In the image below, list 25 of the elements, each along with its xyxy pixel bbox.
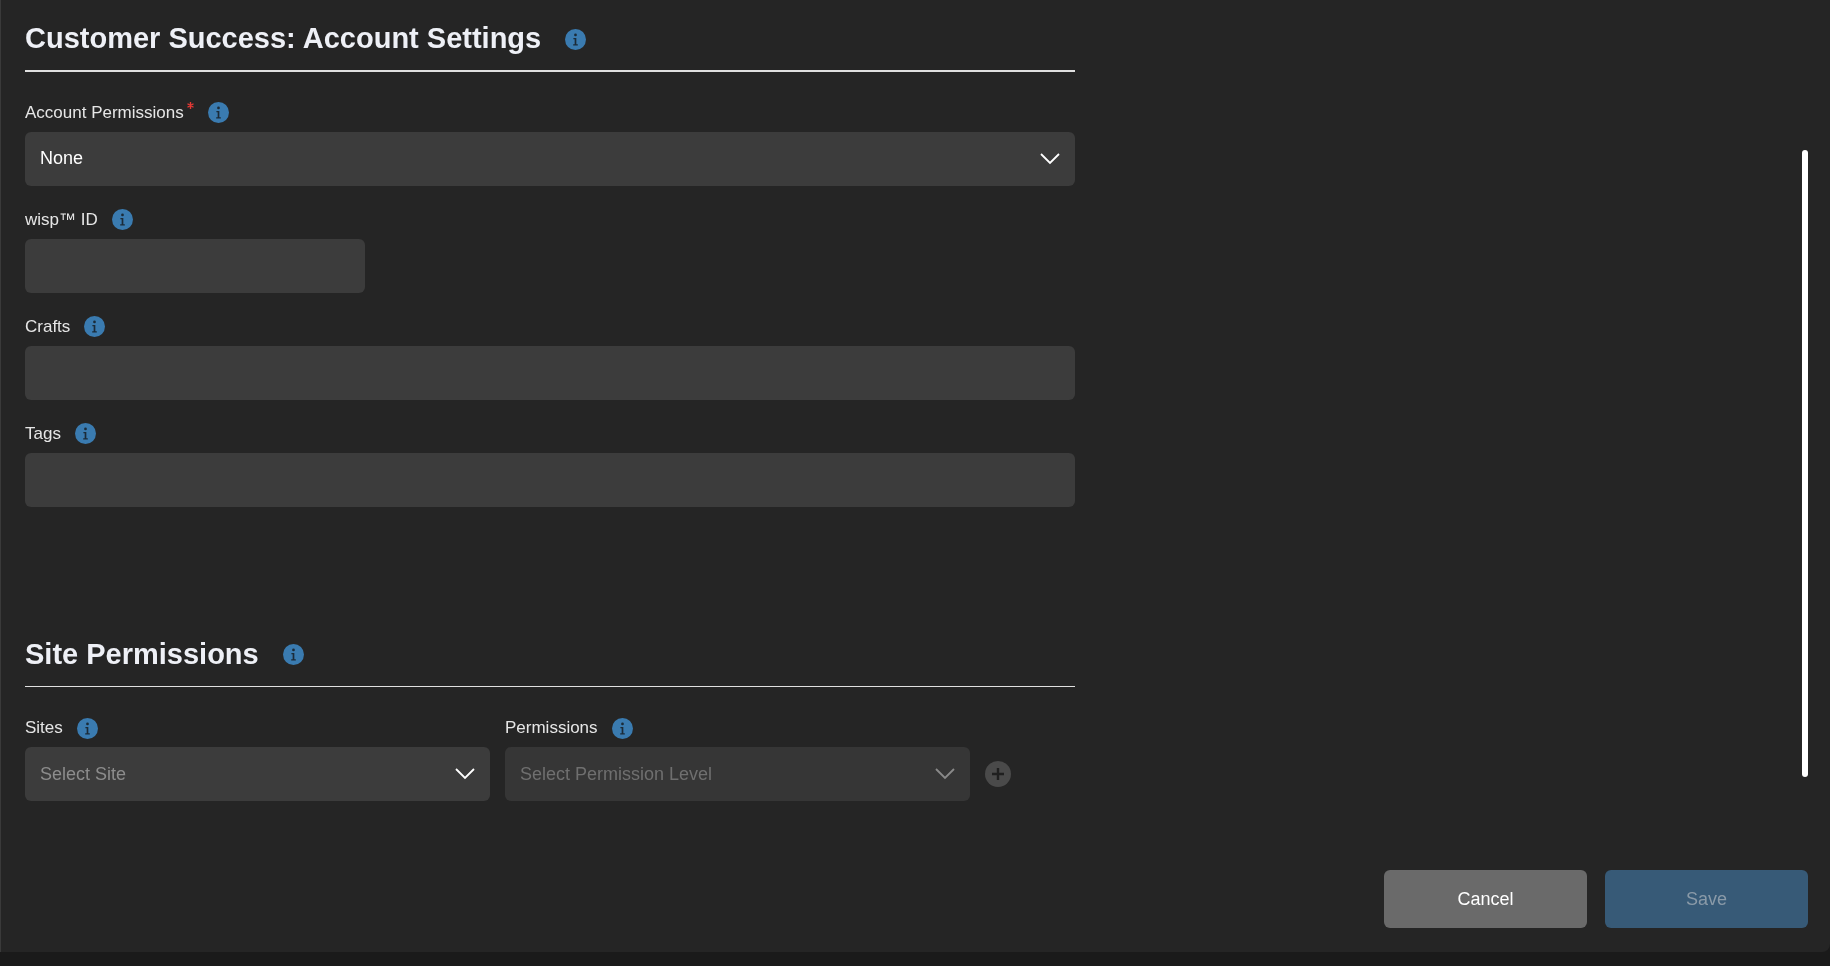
info-icon[interactable] [282,644,304,665]
select-field[interactable]: None [25,131,1075,186]
field-label: Crafts [25,315,71,338]
add-icon[interactable] [985,761,1011,787]
select-field[interactable]: Select Site [25,747,490,801]
section-title: Site Permissions [25,636,259,672]
info-icon[interactable] [111,209,133,230]
field-label: Tags [25,422,61,445]
field-label: wisp™ ID [25,208,98,231]
info-icon[interactable] [565,28,587,50]
field-label: Permissions [505,717,598,740]
info-icon[interactable] [207,102,229,123]
chevron-down-icon [455,768,475,780]
chevron-down-icon [935,768,955,780]
field-label: Account Permissions [25,101,184,124]
info-icon[interactable] [74,423,96,444]
cancel-button[interactable]: Cancel [1384,870,1587,928]
info-icon[interactable] [76,717,98,739]
chevron-down-icon [1040,152,1060,165]
info-icon[interactable] [611,717,633,739]
scrollbar[interactable] [1802,150,1808,777]
section-title: Customer Success: Account Settings [25,21,542,57]
info-icon[interactable] [84,316,106,337]
required-marker-icon [186,101,194,109]
field-label: Sites [25,717,63,740]
